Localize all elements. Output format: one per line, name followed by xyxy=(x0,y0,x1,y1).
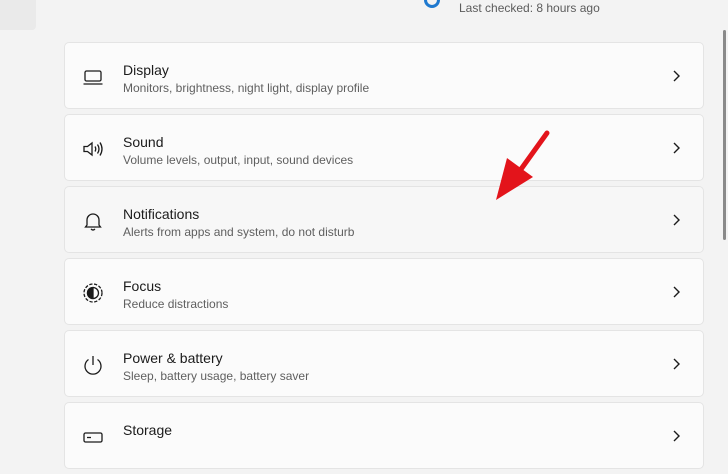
bell-icon xyxy=(81,209,105,233)
settings-item-title: Power & battery xyxy=(123,350,223,366)
vertical-scrollbar[interactable] xyxy=(723,30,726,240)
chevron-right-icon xyxy=(671,69,681,83)
monitor-icon xyxy=(81,65,105,89)
chevron-right-icon xyxy=(671,213,681,227)
last-checked-text: Last checked: 8 hours ago xyxy=(459,1,600,15)
power-icon xyxy=(81,353,105,377)
settings-item-subtitle: Reduce distractions xyxy=(123,297,229,311)
nav-pane-stub xyxy=(0,0,36,30)
settings-item-power-battery[interactable]: Power & battery Sleep, battery usage, ba… xyxy=(64,330,704,397)
chevron-right-icon xyxy=(671,429,681,443)
settings-item-display[interactable]: Display Monitors, brightness, night ligh… xyxy=(64,42,704,109)
settings-item-title: Storage xyxy=(123,422,173,438)
chevron-right-icon xyxy=(671,141,681,155)
settings-item-title: Focus xyxy=(123,278,162,294)
update-status-icon xyxy=(424,0,440,8)
settings-list: Display Monitors, brightness, night ligh… xyxy=(64,42,704,474)
settings-item-sound[interactable]: Sound Volume levels, output, input, soun… xyxy=(64,114,704,181)
storage-icon xyxy=(81,425,105,449)
red-arrow-annotation-icon xyxy=(488,126,558,206)
settings-item-notifications[interactable]: Notifications Alerts from apps and syste… xyxy=(64,186,704,253)
settings-item-subtitle: Monitors, brightness, night light, displ… xyxy=(123,81,370,95)
settings-item-title: Notifications xyxy=(123,206,200,222)
focus-icon xyxy=(81,281,105,305)
settings-item-storage[interactable]: Storage xyxy=(64,402,704,469)
speaker-icon xyxy=(81,137,105,161)
settings-item-focus[interactable]: Focus Reduce distractions xyxy=(64,258,704,325)
settings-item-subtitle: Alerts from apps and system, do not dist… xyxy=(123,225,355,239)
chevron-right-icon xyxy=(671,357,681,371)
settings-item-title: Sound xyxy=(123,134,164,150)
settings-item-subtitle: Volume levels, output, input, sound devi… xyxy=(123,153,354,167)
settings-item-title: Display xyxy=(123,62,169,78)
settings-item-subtitle: Sleep, battery usage, battery saver xyxy=(123,369,310,383)
chevron-right-icon xyxy=(671,285,681,299)
